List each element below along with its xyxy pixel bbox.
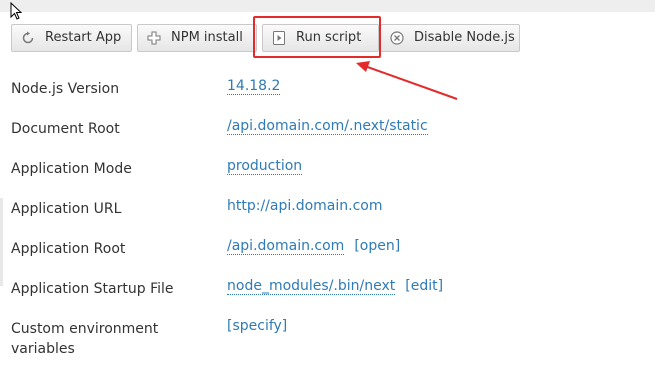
property-row-custom-env: Custom environment variables [specify] — [0, 306, 655, 357]
property-label: Application Root — [11, 241, 126, 257]
document-root-link[interactable]: /api.domain.com/.next/static — [227, 118, 428, 135]
nodejs-version-link[interactable]: 14.18.2 — [227, 78, 281, 95]
property-value: node_modules/.bin/next [edit] — [227, 278, 443, 295]
property-row-document-root: Document Root /api.domain.com/.next/stat… — [0, 106, 655, 146]
mouse-cursor-icon — [10, 2, 23, 20]
disable-nodejs-label: Disable Node.js — [414, 30, 515, 45]
property-value: production — [227, 158, 303, 175]
property-label: Application Startup File — [11, 281, 174, 297]
property-label: Application Mode — [11, 161, 132, 177]
disable-nodejs-button[interactable]: Disable Node.js — [380, 24, 520, 52]
property-label: Application URL — [11, 201, 122, 217]
application-root-link[interactable]: /api.domain.com — [227, 238, 345, 255]
npm-install-label: NPM install — [171, 30, 243, 45]
annotation-highlight-box — [253, 16, 381, 58]
property-row-nodejs-version: Node.js Version 14.18.2 — [0, 66, 655, 106]
property-label: Custom environment variables — [11, 321, 159, 357]
restart-app-button[interactable]: Restart App — [11, 24, 132, 52]
restart-app-label: Restart App — [45, 30, 122, 45]
property-value: 14.18.2 — [227, 78, 281, 95]
npm-install-button[interactable]: NPM install — [137, 24, 257, 52]
application-mode-link[interactable]: production — [227, 158, 303, 175]
property-value: [specify] — [227, 318, 287, 334]
property-value: /api.domain.com [open] — [227, 238, 400, 255]
property-row-application-root: Application Root /api.domain.com [open] — [0, 226, 655, 266]
disable-icon — [390, 31, 404, 45]
property-value: /api.domain.com/.next/static — [227, 118, 428, 135]
specify-link[interactable]: [specify] — [227, 318, 287, 334]
edit-link[interactable]: [edit] — [405, 278, 443, 294]
plus-icon — [147, 31, 161, 45]
property-label: Document Root — [11, 121, 120, 137]
property-label: Node.js Version — [11, 81, 120, 97]
property-row-startup-file: Application Startup File node_modules/.b… — [0, 266, 655, 306]
top-band — [0, 0, 655, 12]
startup-file-link[interactable]: node_modules/.bin/next — [227, 278, 396, 295]
open-link[interactable]: [open] — [354, 238, 400, 254]
property-row-application-url: Application URL http://api.domain.com — [0, 186, 655, 226]
property-value: http://api.domain.com — [227, 198, 382, 214]
application-url-link[interactable]: http://api.domain.com — [227, 198, 382, 214]
property-row-application-mode: Application Mode production — [0, 146, 655, 186]
restart-icon — [22, 31, 34, 44]
